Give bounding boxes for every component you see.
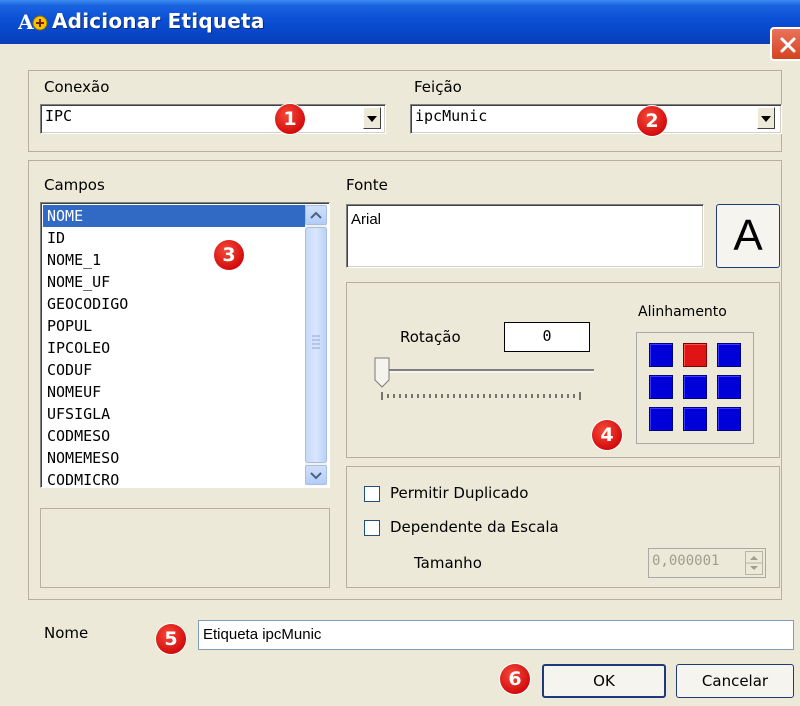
chevron-down-icon [367,116,377,122]
align-bottom-right-button[interactable] [717,407,741,431]
permitir-duplicado-checkbox[interactable] [364,486,380,502]
feicao-value: ipcMunic [415,107,488,125]
callout-badge-5: 5 [156,624,186,654]
cancel-button[interactable]: Cancelar [676,664,794,698]
scroll-thumb[interactable] [305,227,327,463]
dependente-escala-checkbox[interactable] [364,520,380,536]
font-picker-label: A [733,211,763,260]
tamanho-spinner[interactable]: 0,000001 [648,548,766,578]
callout-badge-1: 1 [275,104,305,134]
list-item[interactable]: UFSIGLA [43,403,307,425]
tamanho-label: Tamanho [414,554,482,572]
align-top-left-button[interactable] [649,343,673,367]
grip-icon [312,335,320,349]
nome-input[interactable]: Etiqueta ipcMunic [198,620,794,650]
permitir-duplicado-label[interactable]: Permitir Duplicado [390,484,528,502]
callout-badge-2: 2 [637,106,667,136]
dependente-escala-label[interactable]: Dependente da Escala [390,518,559,536]
font-picker-button[interactable]: A [716,204,780,268]
add-label-icon: A [17,9,50,35]
list-item[interactable]: CODMICRO [43,469,307,487]
fonte-label: Fonte [346,176,388,194]
rotacao-input[interactable]: 0 [504,322,590,352]
align-bottom-center-button[interactable] [683,407,707,431]
cancel-label: Cancelar [701,672,769,690]
rotacao-label: Rotação [400,328,461,346]
feicao-dropdown-button[interactable] [757,107,775,129]
list-item[interactable]: IPCOLEO [43,337,307,359]
tamanho-value: 0,000001 [652,553,720,569]
feicao-label: Feição [414,78,462,96]
align-middle-center-button[interactable] [683,375,707,399]
svg-text:A: A [18,10,34,34]
callout-badge-4: 4 [592,420,622,450]
rotacao-slider[interactable] [372,356,594,402]
align-middle-left-button[interactable] [649,375,673,399]
callout-badge-3: 3 [214,240,244,270]
spin-buttons[interactable] [745,551,763,575]
list-item[interactable]: ID [43,227,307,249]
slider-track [374,357,594,400]
chevron-up-icon [310,211,322,219]
chevron-down-icon [310,472,322,480]
title-bar[interactable]: A Adicionar Etiqueta [0,0,800,61]
align-middle-right-button[interactable] [717,375,741,399]
scroll-up-button[interactable] [305,205,327,225]
close-icon [780,37,796,53]
align-top-center-button[interactable] [683,343,707,367]
list-item[interactable]: POPUL [43,315,307,337]
list-item[interactable]: GEOCODIGO [43,293,307,315]
window-title: Adicionar Etiqueta [52,9,265,33]
conexao-combobox[interactable]: IPC [40,104,386,134]
campos-label: Campos [44,176,105,194]
list-item[interactable]: NOME [43,205,307,227]
campos-scrollbar[interactable] [305,205,327,485]
alinhamento-label: Alinhamento [638,304,727,320]
ok-button[interactable]: OK [542,664,666,698]
spin-arrows-icon [746,556,762,570]
feicao-combobox[interactable]: ipcMunic [410,104,782,134]
scroll-down-button[interactable] [305,465,327,485]
empty-preview-panel [40,508,330,588]
list-item[interactable]: CODMESO [43,425,307,447]
list-item[interactable]: CODUF [43,359,307,381]
fonte-value: Arial [351,211,382,228]
rotacao-value: 0 [542,327,552,345]
campos-listbox[interactable]: NOME ID NOME_1 NOME_UF GEOCODIGO POPUL I… [40,202,330,488]
list-item[interactable]: NOMEUF [43,381,307,403]
list-item[interactable]: NOMEMESO [43,447,307,469]
conexao-label: Conexão [44,78,110,96]
ok-label: OK [593,672,615,690]
callout-badge-6: 6 [500,664,530,694]
align-bottom-left-button[interactable] [649,407,673,431]
nome-value: Etiqueta ipcMunic [203,626,322,643]
conexao-dropdown-button[interactable] [363,107,381,129]
conexao-value: IPC [45,107,73,125]
chevron-down-icon [761,116,771,122]
close-button[interactable] [770,27,800,61]
nome-label: Nome [44,624,89,642]
dialog-window: A Adicionar Etiqueta Conexão IPC 1 Feiçã… [0,0,800,706]
fonte-display: Arial [346,204,704,268]
align-top-right-button[interactable] [717,343,741,367]
list-item[interactable]: NOME_UF [43,271,307,293]
list-item[interactable]: NOME_1 [43,249,307,271]
alignment-grid [636,332,754,444]
